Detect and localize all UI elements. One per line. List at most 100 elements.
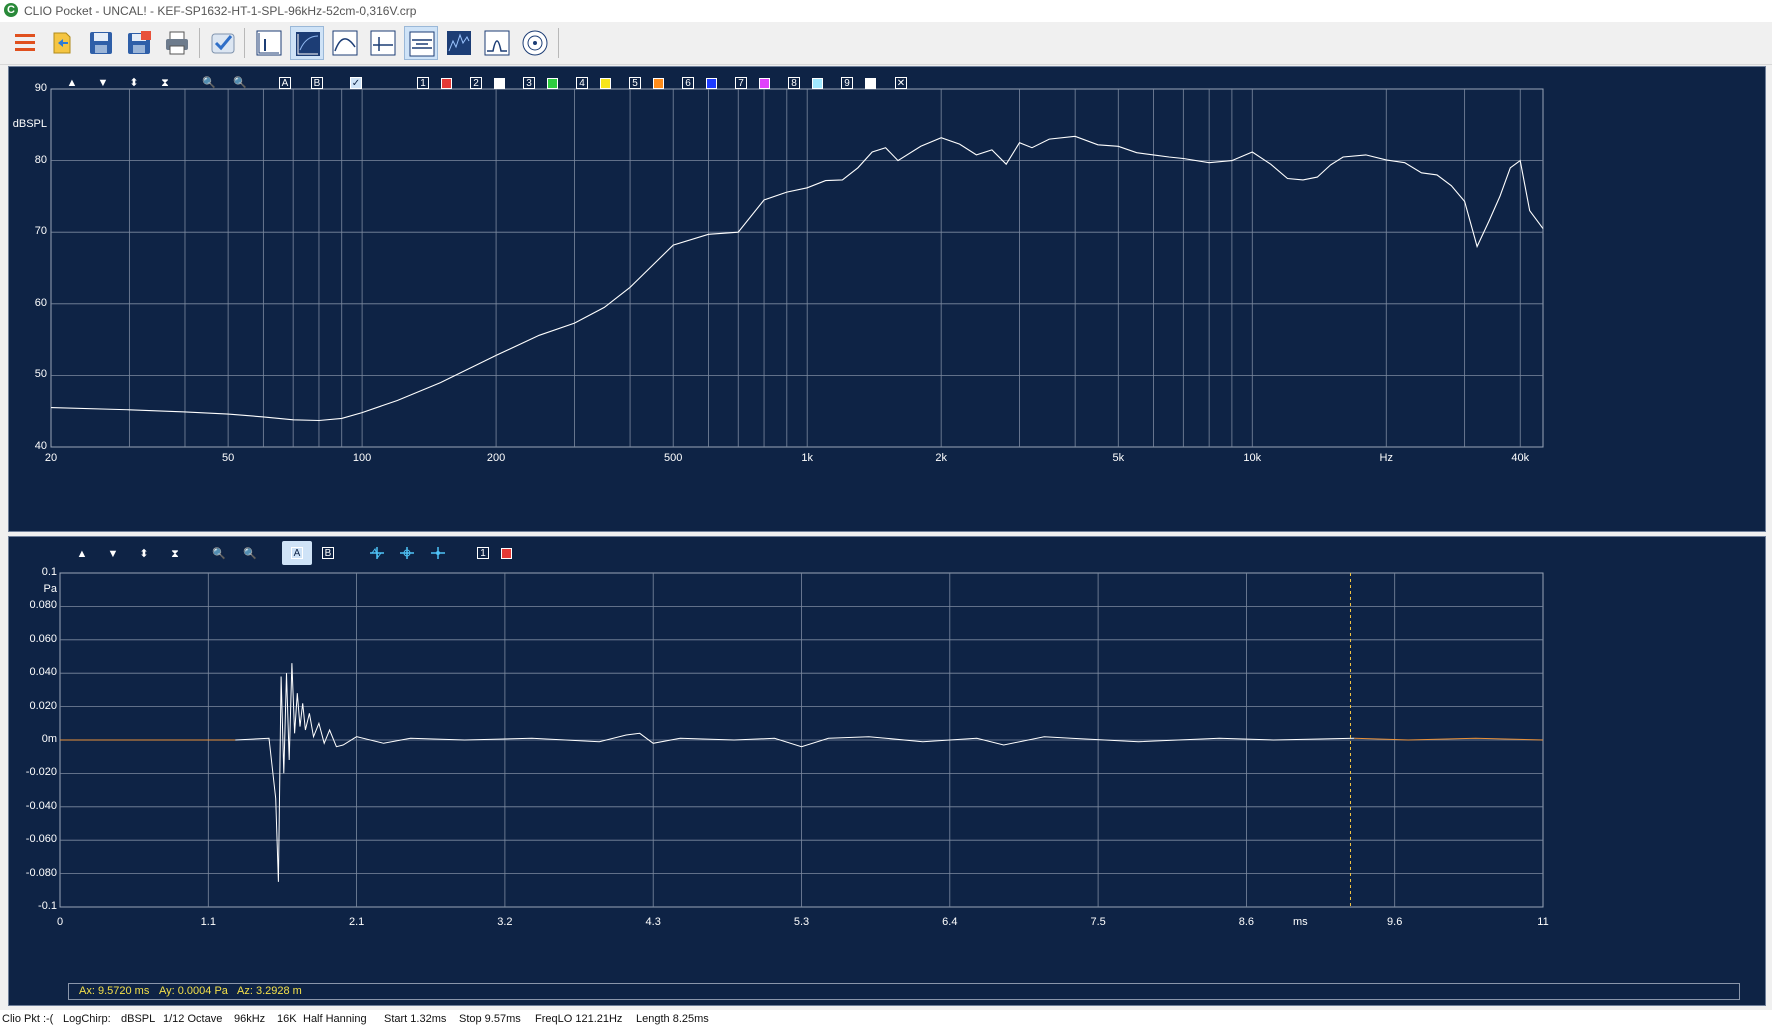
y-tick-label: 70 — [34, 225, 47, 238]
y-tick-label: 0m — [41, 733, 57, 745]
y-tick-label: -0.080 — [25, 866, 57, 879]
mode-7-button[interactable] — [480, 26, 514, 60]
peak-icon — [484, 30, 510, 56]
overlay-9-label[interactable]: 9 — [841, 77, 853, 89]
print-button[interactable] — [160, 26, 194, 60]
x-tick-label: 2k — [935, 452, 947, 464]
x-tick-label: 100 — [352, 452, 372, 464]
main-toolbar — [0, 22, 1772, 65]
overlay-4-swatch[interactable] — [600, 78, 611, 89]
overlay-1-swatch[interactable] — [441, 78, 452, 89]
overlay-5-label[interactable]: 5 — [629, 77, 641, 89]
save-as-button[interactable] — [122, 26, 156, 60]
mode-2-button[interactable] — [290, 26, 324, 60]
compress-y-button[interactable]: ⧗ — [158, 75, 172, 91]
overlay-1-label[interactable]: 1 — [477, 547, 489, 559]
y-tick-label: 0.020 — [29, 699, 57, 712]
mode-8-button[interactable] — [518, 26, 552, 60]
x-tick-label: 10k — [1243, 452, 1262, 464]
compress-y-button[interactable]: ⧗ — [168, 546, 182, 562]
expand-y-button[interactable]: ⬍ — [127, 75, 141, 91]
overlay-5-swatch[interactable] — [653, 78, 664, 89]
open-button[interactable] — [46, 26, 80, 60]
polar-icon — [522, 30, 548, 56]
x-tick-label: 9.6 — [1387, 916, 1403, 928]
mode-1-button[interactable] — [252, 26, 286, 60]
overlay-3-swatch[interactable] — [547, 78, 558, 89]
move-down-button[interactable]: ▼ — [96, 75, 110, 91]
zoom-out-icon[interactable]: 🔍 — [232, 75, 248, 91]
mode-4-button[interactable] — [366, 26, 400, 60]
status-smoothing: 1/12 Octave — [163, 1013, 223, 1025]
overlay-8-swatch[interactable] — [812, 78, 823, 89]
save-as-icon — [128, 31, 151, 54]
check-button[interactable] — [206, 26, 240, 60]
y-tick-label: 50 — [34, 368, 47, 381]
mode-3-button[interactable] — [328, 26, 362, 60]
x-tick-label: 200 — [486, 452, 506, 464]
impulse-icon — [256, 30, 282, 56]
y-tick-label: 0.1 — [41, 566, 57, 578]
move-up-button[interactable]: ▲ — [75, 546, 89, 562]
zoom-out-icon[interactable]: 🔍 — [242, 546, 258, 562]
overlay-2-label[interactable]: 2 — [470, 77, 482, 89]
cursor-b-button[interactable]: B — [322, 547, 334, 559]
cursor-a-button[interactable]: A — [279, 77, 291, 89]
mode-6-button[interactable] — [442, 26, 476, 60]
y-tick-label: 60 — [34, 296, 47, 309]
x-tick-label: ms — [1292, 916, 1308, 928]
x-tick-label: 1k — [801, 452, 813, 464]
x-tick-label: 40k — [1511, 452, 1530, 464]
zoom-in-icon[interactable]: 🔍 — [201, 75, 217, 91]
x-tick-label: 8.6 — [1238, 916, 1255, 928]
save-icon — [90, 32, 112, 54]
move-up-button[interactable]: ▲ — [65, 75, 79, 91]
expand-y-button[interactable]: ⬍ — [137, 546, 151, 562]
overlay-2-swatch[interactable] — [494, 78, 505, 89]
x-tick-label: 500 — [664, 452, 683, 464]
overlay-3-label[interactable]: 3 — [523, 77, 535, 89]
impulse-response-chart — [59, 572, 1544, 908]
status-stop: Stop 9.57ms — [459, 1013, 521, 1025]
toolbar-separator — [558, 28, 559, 58]
x-tick-label: 6.4 — [942, 916, 958, 928]
overlay-8-label[interactable]: 8 — [788, 77, 800, 89]
window-title: CLIO Pocket - UNCAL! - KEF-SP1632-HT-1-S… — [24, 4, 417, 18]
y-tick-label: 90 — [34, 82, 47, 94]
menu-button[interactable] — [8, 26, 42, 60]
printer-icon — [166, 31, 188, 55]
clear-overlays-button[interactable]: ✕ — [895, 77, 907, 89]
y-tick-label: 0.060 — [29, 632, 57, 645]
plot-area — [50, 88, 1544, 448]
save-button[interactable] — [84, 26, 118, 60]
cursor-a-button[interactable]: A — [291, 547, 303, 559]
overlay-4-label[interactable]: 4 — [576, 77, 588, 89]
step-icon — [409, 31, 435, 57]
marker-3-icon[interactable] — [430, 545, 446, 561]
y-tick-label: -0.020 — [25, 766, 57, 779]
overlay-1-label[interactable]: 1 — [417, 77, 429, 89]
x-tick-label: 0 — [56, 916, 64, 928]
mode-5-button[interactable] — [404, 26, 438, 60]
overlay-6-label[interactable]: 6 — [682, 77, 694, 89]
overlay-7-swatch[interactable] — [759, 78, 770, 89]
marker-ay-value: Ay: 0.0004 Pa — [159, 985, 228, 997]
sweep-icon — [296, 32, 320, 56]
marker-1-icon[interactable] — [369, 545, 385, 561]
overlay-6-swatch[interactable] — [706, 78, 717, 89]
cursor-b-button[interactable]: B — [311, 77, 323, 89]
overlay-1-swatch[interactable] — [501, 548, 512, 559]
overlay-toggle-button[interactable]: ✓ — [350, 77, 362, 89]
marker-az-value: Az: 3.2928 m — [237, 985, 302, 997]
zoom-in-icon[interactable]: 🔍 — [211, 546, 227, 562]
y-tick-label: 0.040 — [29, 666, 57, 679]
overlay-7-label[interactable]: 7 — [735, 77, 747, 89]
move-down-button[interactable]: ▼ — [106, 546, 120, 562]
x-tick-label: 20 — [44, 452, 58, 464]
x-tick-label: 5k — [1112, 452, 1125, 464]
x-tick-label: 5.3 — [793, 916, 810, 928]
marker-2-icon[interactable] — [399, 545, 415, 561]
overlay-9-swatch[interactable] — [865, 78, 876, 89]
app-logo-icon: C — [4, 3, 18, 17]
x-tick-label: 50 — [221, 452, 235, 464]
